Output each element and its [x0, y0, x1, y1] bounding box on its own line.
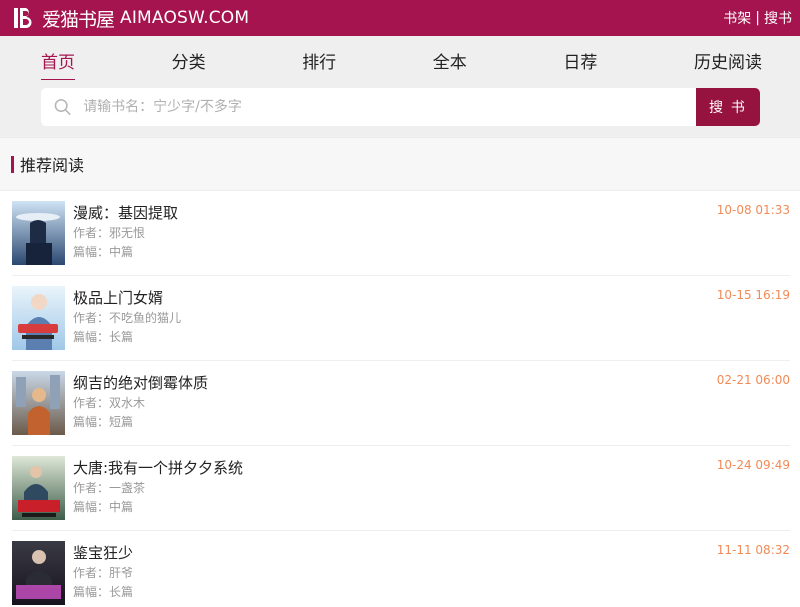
update-date: 10-15 16:19: [716, 288, 790, 302]
recommended-section: 推荐阅读 漫威：基因提取 作者：邪无恨 篇幅：中篇 10-08 01:33 极品…: [0, 137, 800, 607]
book-length: 篇幅：中篇: [73, 500, 134, 514]
book-author: 作者：双水木: [73, 396, 146, 410]
book-cover[interactable]: [12, 201, 65, 265]
book-title[interactable]: 漫威：基因提取: [73, 203, 790, 223]
book-length: 篇幅：短篇: [73, 415, 134, 429]
main-nav: 首页 分类 排行 全本 日荐 历史阅读: [0, 36, 800, 88]
list-item[interactable]: 鉴宝狂少 作者：肝爷 篇幅：长篇 11-11 08:32: [12, 531, 790, 607]
logo-icon: [14, 8, 32, 28]
nav-item-home[interactable]: 首页: [41, 46, 75, 80]
brand-domain: AIMAOSW.COM: [120, 8, 250, 28]
book-title[interactable]: 极品上门女婿: [73, 288, 790, 308]
cover-image: [12, 286, 65, 350]
search-box: [41, 88, 696, 126]
book-author: 作者：不吃鱼的猫儿: [73, 311, 182, 325]
update-date: 10-08 01:33: [716, 203, 790, 217]
section-header: 推荐阅读: [0, 138, 800, 191]
book-length: 篇幅：长篇: [73, 585, 134, 599]
book-list: 漫威：基因提取 作者：邪无恨 篇幅：中篇 10-08 01:33 极品上门女婿: [0, 191, 800, 607]
book-info: 极品上门女婿 作者：不吃鱼的猫儿 篇幅：长篇: [73, 286, 790, 360]
search-icon: [54, 99, 71, 115]
site-logo[interactable]: 爱猫书屋 AIMAOSW.COM: [12, 5, 249, 32]
book-info: 大唐:我有一个拼夕夕系统 作者：一盏茶 篇幅：中篇: [73, 456, 790, 530]
book-cover[interactable]: [12, 456, 65, 520]
update-date: 11-11 08:32: [716, 543, 790, 557]
list-item[interactable]: 漫威：基因提取 作者：邪无恨 篇幅：中篇 10-08 01:33: [12, 191, 790, 276]
list-item[interactable]: 纲吉的绝对倒霉体质 作者：双水木 篇幅：短篇 02-21 06:00: [12, 361, 790, 446]
nav-item-complete[interactable]: 全本: [433, 46, 467, 78]
cover-image: [12, 541, 65, 605]
nav-item-daily[interactable]: 日荐: [563, 46, 597, 78]
book-cover[interactable]: [12, 541, 65, 605]
cover-image: [12, 456, 65, 520]
bookshelf-link[interactable]: 书架: [723, 8, 751, 28]
cover-image: [12, 371, 65, 435]
book-info: 鉴宝狂少 作者：肝爷 篇幅：长篇: [73, 541, 790, 607]
link-separator: |: [755, 10, 760, 26]
book-title[interactable]: 鉴宝狂少: [73, 543, 790, 563]
book-title[interactable]: 大唐:我有一个拼夕夕系统: [73, 458, 790, 478]
book-author: 作者：邪无恨: [73, 226, 146, 240]
book-author: 作者：肝爷: [73, 566, 134, 580]
list-item[interactable]: 极品上门女婿 作者：不吃鱼的猫儿 篇幅：长篇 10-15 16:19: [12, 276, 790, 361]
top-bar: 爱猫书屋 AIMAOSW.COM 书架 | 搜书: [0, 0, 800, 36]
list-item[interactable]: 大唐:我有一个拼夕夕系统 作者：一盏茶 篇幅：中篇 10-24 09:49: [12, 446, 790, 531]
update-date: 02-21 06:00: [716, 373, 790, 387]
book-title[interactable]: 纲吉的绝对倒霉体质: [73, 373, 790, 393]
section-title: 推荐阅读: [20, 156, 85, 175]
search-books-link[interactable]: 搜书: [764, 8, 792, 28]
book-cover[interactable]: [12, 371, 65, 435]
nav-item-ranking[interactable]: 排行: [302, 46, 336, 78]
search-button[interactable]: 搜 书: [696, 88, 760, 126]
book-cover[interactable]: [12, 286, 65, 350]
book-info: 纲吉的绝对倒霉体质 作者：双水木 篇幅：短篇: [73, 371, 790, 445]
nav-item-history[interactable]: 历史阅读: [694, 46, 762, 78]
nav-item-category[interactable]: 分类: [172, 46, 206, 78]
book-author: 作者：一盏茶: [73, 481, 146, 495]
update-date: 10-24 09:49: [716, 458, 790, 472]
book-length: 篇幅：长篇: [73, 330, 134, 344]
nav-area: 首页 分类 排行 全本 日荐 历史阅读 搜 书: [0, 36, 800, 137]
search-input[interactable]: [83, 99, 696, 115]
cover-image: [12, 201, 65, 265]
section-accent-bar: [11, 155, 14, 173]
top-links: 书架 | 搜书: [723, 8, 792, 28]
book-length: 篇幅：中篇: [73, 245, 134, 259]
book-info: 漫威：基因提取 作者：邪无恨 篇幅：中篇: [73, 201, 790, 275]
search-bar: 搜 书: [41, 88, 760, 126]
brand-name: 爱猫书屋: [42, 8, 115, 31]
